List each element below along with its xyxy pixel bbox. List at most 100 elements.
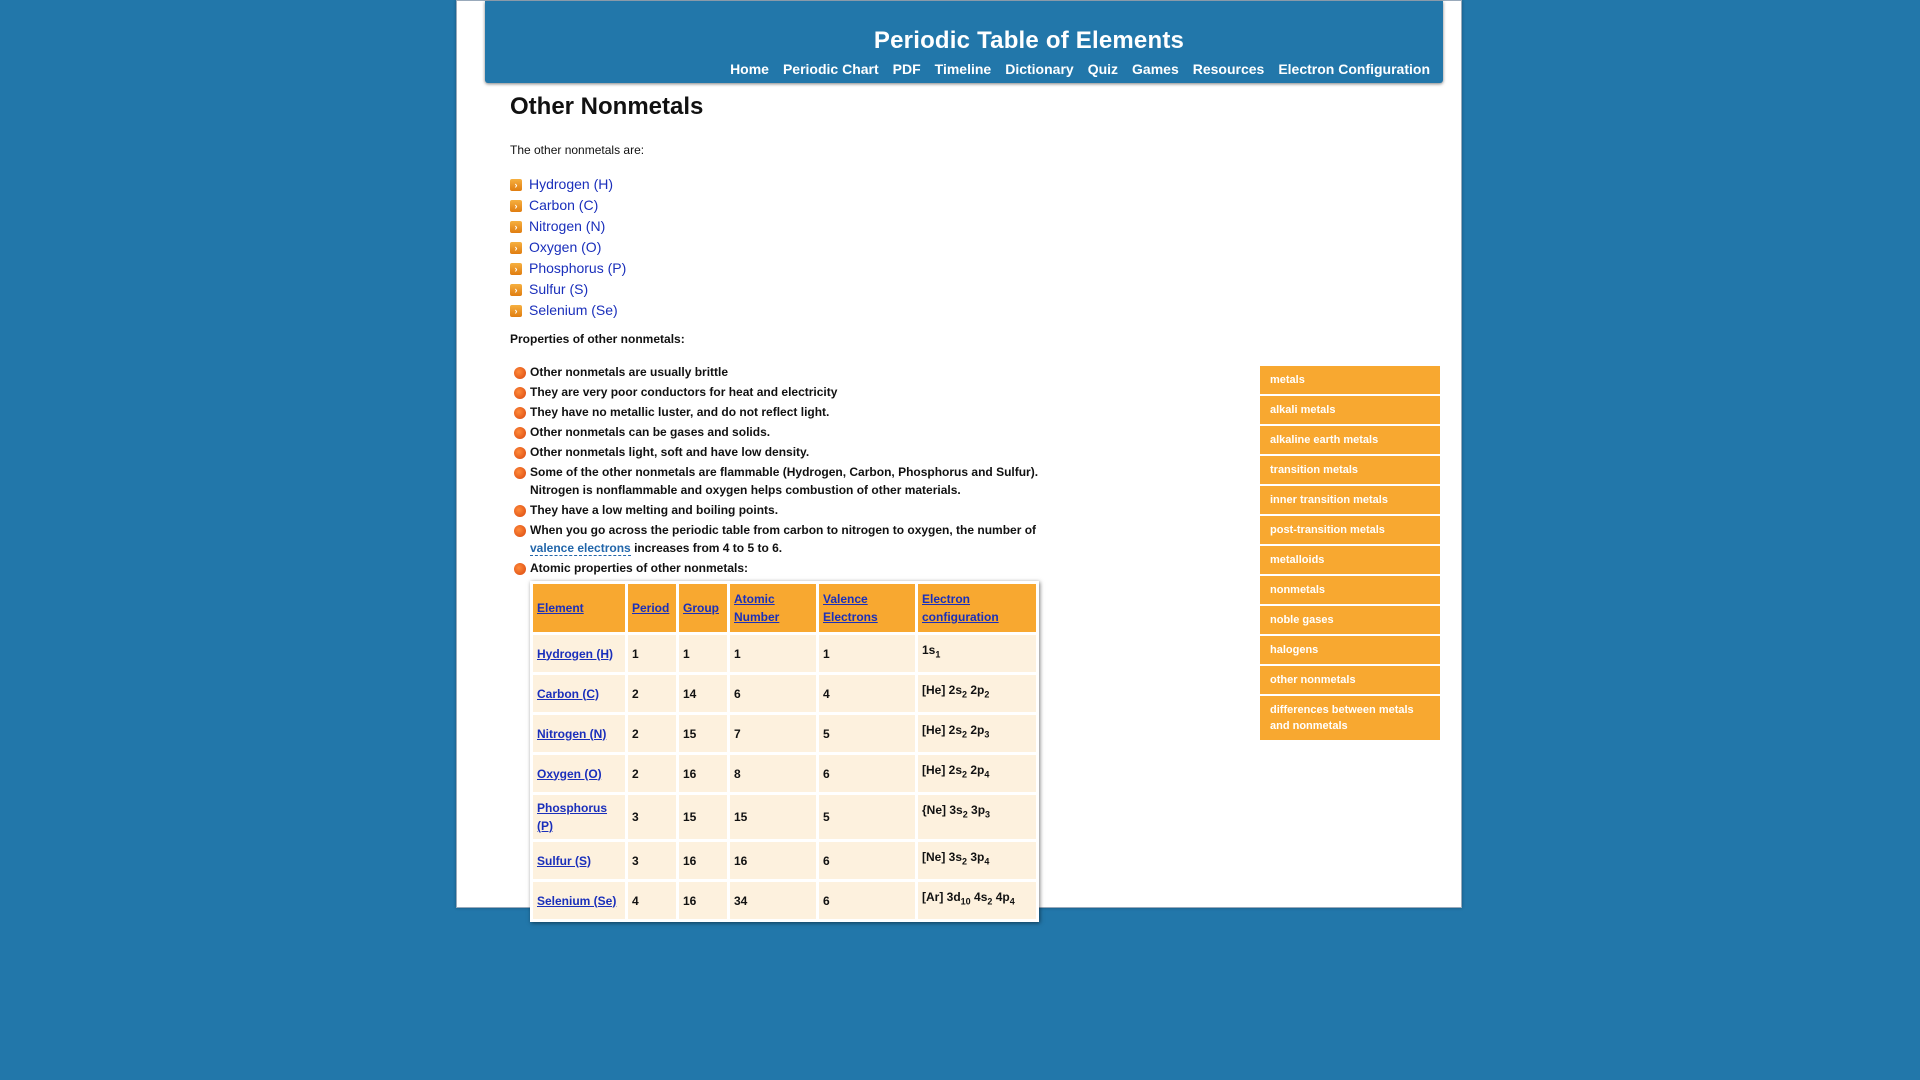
cell-element: Nitrogen (N) xyxy=(533,715,625,752)
sidebar-item-alkaline-earth-metals[interactable]: alkaline earth metals xyxy=(1260,426,1440,454)
header-link[interactable]: Period xyxy=(632,601,669,615)
sidebar-item-transition-metals[interactable]: transition metals xyxy=(1260,456,1440,484)
element-link[interactable]: Carbon (C) xyxy=(537,687,599,701)
element-link[interactable]: Phosphorus (P) xyxy=(529,260,626,276)
column-header-element: Element xyxy=(533,584,625,632)
nav-timeline[interactable]: Timeline xyxy=(935,61,992,77)
sidebar-item-metals[interactable]: metals xyxy=(1260,366,1440,394)
config-orbital: {Ne] 3s xyxy=(922,803,963,817)
element-link[interactable]: Sulfur (S) xyxy=(529,281,588,297)
cell-valence-electrons: 4 xyxy=(819,675,915,712)
cell-group: 15 xyxy=(679,795,727,839)
arrow-bullet-icon: › xyxy=(510,305,522,317)
config-electron-count: 2 xyxy=(984,689,990,700)
header-link[interactable]: Electron configuration xyxy=(922,592,999,624)
sidebar-item-other-nonmetals[interactable]: other nonmetals xyxy=(1260,666,1440,694)
site-title[interactable]: Periodic Table of Elements xyxy=(485,27,1443,55)
element-link[interactable]: Selenium (Se) xyxy=(537,894,616,908)
header-link[interactable]: Valence Electrons xyxy=(823,592,878,624)
nav-quiz[interactable]: Quiz xyxy=(1088,61,1118,77)
nav-electron-configuration[interactable]: Electron Configuration xyxy=(1278,61,1430,77)
cell-atomic-number: 7 xyxy=(730,715,816,752)
element-link[interactable]: Phosphorus (P) xyxy=(537,801,607,833)
nav-games[interactable]: Games xyxy=(1132,61,1179,77)
page-title: Other Nonmetals xyxy=(510,93,704,120)
intro-text: The other nonmetals are: xyxy=(510,143,645,157)
nav-dictionary[interactable]: Dictionary xyxy=(1005,61,1073,77)
config-orbital: 4s xyxy=(970,890,988,904)
element-link[interactable]: Nitrogen (N) xyxy=(529,218,605,234)
list-item: › Carbon (C) xyxy=(510,194,1290,215)
config-orbital: 1s xyxy=(922,643,936,657)
orange-bullet-icon xyxy=(514,407,526,419)
sidebar-item-noble-gases[interactable]: noble gases xyxy=(1260,606,1440,634)
cell-atomic-number: 1 xyxy=(730,635,816,672)
sidebar-item-nonmetals[interactable]: nonmetals xyxy=(1260,576,1440,604)
property-text: Other nonmetals light, soft and have low… xyxy=(530,445,810,459)
cell-valence-electrons: 6 xyxy=(819,882,915,919)
sidebar-item-metalloids[interactable]: metalloids xyxy=(1260,546,1440,574)
nav-home[interactable]: Home xyxy=(730,61,769,77)
arrow-bullet-icon: › xyxy=(510,221,522,233)
config-orbital: 4p xyxy=(992,890,1010,904)
sidebar-item-alkali-metals[interactable]: alkali metals xyxy=(1260,396,1440,424)
column-header-group: Group xyxy=(679,584,727,632)
category-sidebar: metals alkali metals alkaline earth meta… xyxy=(1260,366,1440,742)
main-content: Other Nonmetals The other nonmetals are:… xyxy=(510,93,1290,922)
main-nav: Home Periodic Chart PDF Timeline Diction… xyxy=(730,61,1430,77)
orange-bullet-icon xyxy=(514,505,526,517)
element-link[interactable]: Sulfur (S) xyxy=(537,854,591,868)
header-link[interactable]: Group xyxy=(683,601,719,615)
cell-element: Sulfur (S) xyxy=(533,842,625,879)
cell-atomic-number: 15 xyxy=(730,795,816,839)
cell-valence-electrons: 6 xyxy=(819,842,915,879)
cell-electron-configuration: [He] 2s2 2p2 xyxy=(918,675,1036,712)
nav-resources[interactable]: Resources xyxy=(1193,61,1265,77)
cell-element: Carbon (C) xyxy=(533,675,625,712)
nav-pdf[interactable]: PDF xyxy=(893,61,921,77)
valence-text-after: increases from 4 to 5 to 6. xyxy=(634,541,783,555)
sidebar-item-post-transition-metals[interactable]: post-transition metals xyxy=(1260,516,1440,544)
nav-periodic-chart[interactable]: Periodic Chart xyxy=(783,61,879,77)
element-link[interactable]: Oxygen (O) xyxy=(529,239,601,255)
element-link[interactable]: Hydrogen (H) xyxy=(529,176,613,192)
atomic-properties-label: Atomic properties of other nonmetals: xyxy=(530,561,749,575)
list-item: They are very poor conductors for heat a… xyxy=(514,383,1290,401)
element-link[interactable]: Nitrogen (N) xyxy=(537,727,606,741)
config-electron-count: 3 xyxy=(985,809,991,820)
cell-atomic-number: 34 xyxy=(730,882,816,919)
config-orbital: 2p xyxy=(967,763,985,777)
cell-group: 16 xyxy=(679,882,727,919)
cell-valence-electrons: 5 xyxy=(819,715,915,752)
cell-element: Selenium (Se) xyxy=(533,882,625,919)
header-link[interactable]: Element xyxy=(537,601,584,615)
site-header: Periodic Table of Elements Home Periodic… xyxy=(485,1,1443,83)
config-orbital: [He] 2s xyxy=(922,683,963,697)
cell-period: 2 xyxy=(628,715,676,752)
atomic-properties-table: Element Period Group Atomic Number Valen… xyxy=(530,581,1039,922)
column-header-atomic-number: Atomic Number xyxy=(730,584,816,632)
list-item: They have a low melting and boiling poin… xyxy=(514,501,1290,519)
element-link[interactable]: Selenium (Se) xyxy=(529,302,618,318)
header-link[interactable]: Atomic Number xyxy=(734,592,779,624)
orange-bullet-icon xyxy=(514,447,526,459)
list-item: Other nonmetals light, soft and have low… xyxy=(514,443,1290,461)
element-link[interactable]: Hydrogen (H) xyxy=(537,647,613,661)
element-link[interactable]: Oxygen (O) xyxy=(537,767,602,781)
table-row: Phosphorus (P) 3 15 15 5 {Ne] 3s2 3p3 xyxy=(533,795,1036,839)
element-link[interactable]: Carbon (C) xyxy=(529,197,598,213)
list-item: › Oxygen (O) xyxy=(510,236,1290,257)
table-row: Hydrogen (H) 1 1 1 1 1s1 xyxy=(533,635,1036,672)
column-header-electron-configuration: Electron configuration xyxy=(918,584,1036,632)
sidebar-item-inner-transition-metals[interactable]: inner transition metals xyxy=(1260,486,1440,514)
table-header-row: Element Period Group Atomic Number Valen… xyxy=(533,584,1036,632)
sidebar-item-halogens[interactable]: halogens xyxy=(1260,636,1440,664)
page-container: Periodic Table of Elements Home Periodic… xyxy=(456,0,1462,922)
config-orbital: [Ne] 3s xyxy=(922,850,963,864)
property-text: They have a low melting and boiling poin… xyxy=(530,503,779,517)
table-row: Nitrogen (N) 2 15 7 5 [He] 2s2 2p3 xyxy=(533,715,1036,752)
cell-electron-configuration: 1s1 xyxy=(918,635,1036,672)
sidebar-item-differences[interactable]: differences between metals and nonmetals xyxy=(1260,696,1440,740)
valence-electrons-link[interactable]: valence electrons xyxy=(530,541,631,556)
config-electron-count: 4 xyxy=(984,769,990,780)
